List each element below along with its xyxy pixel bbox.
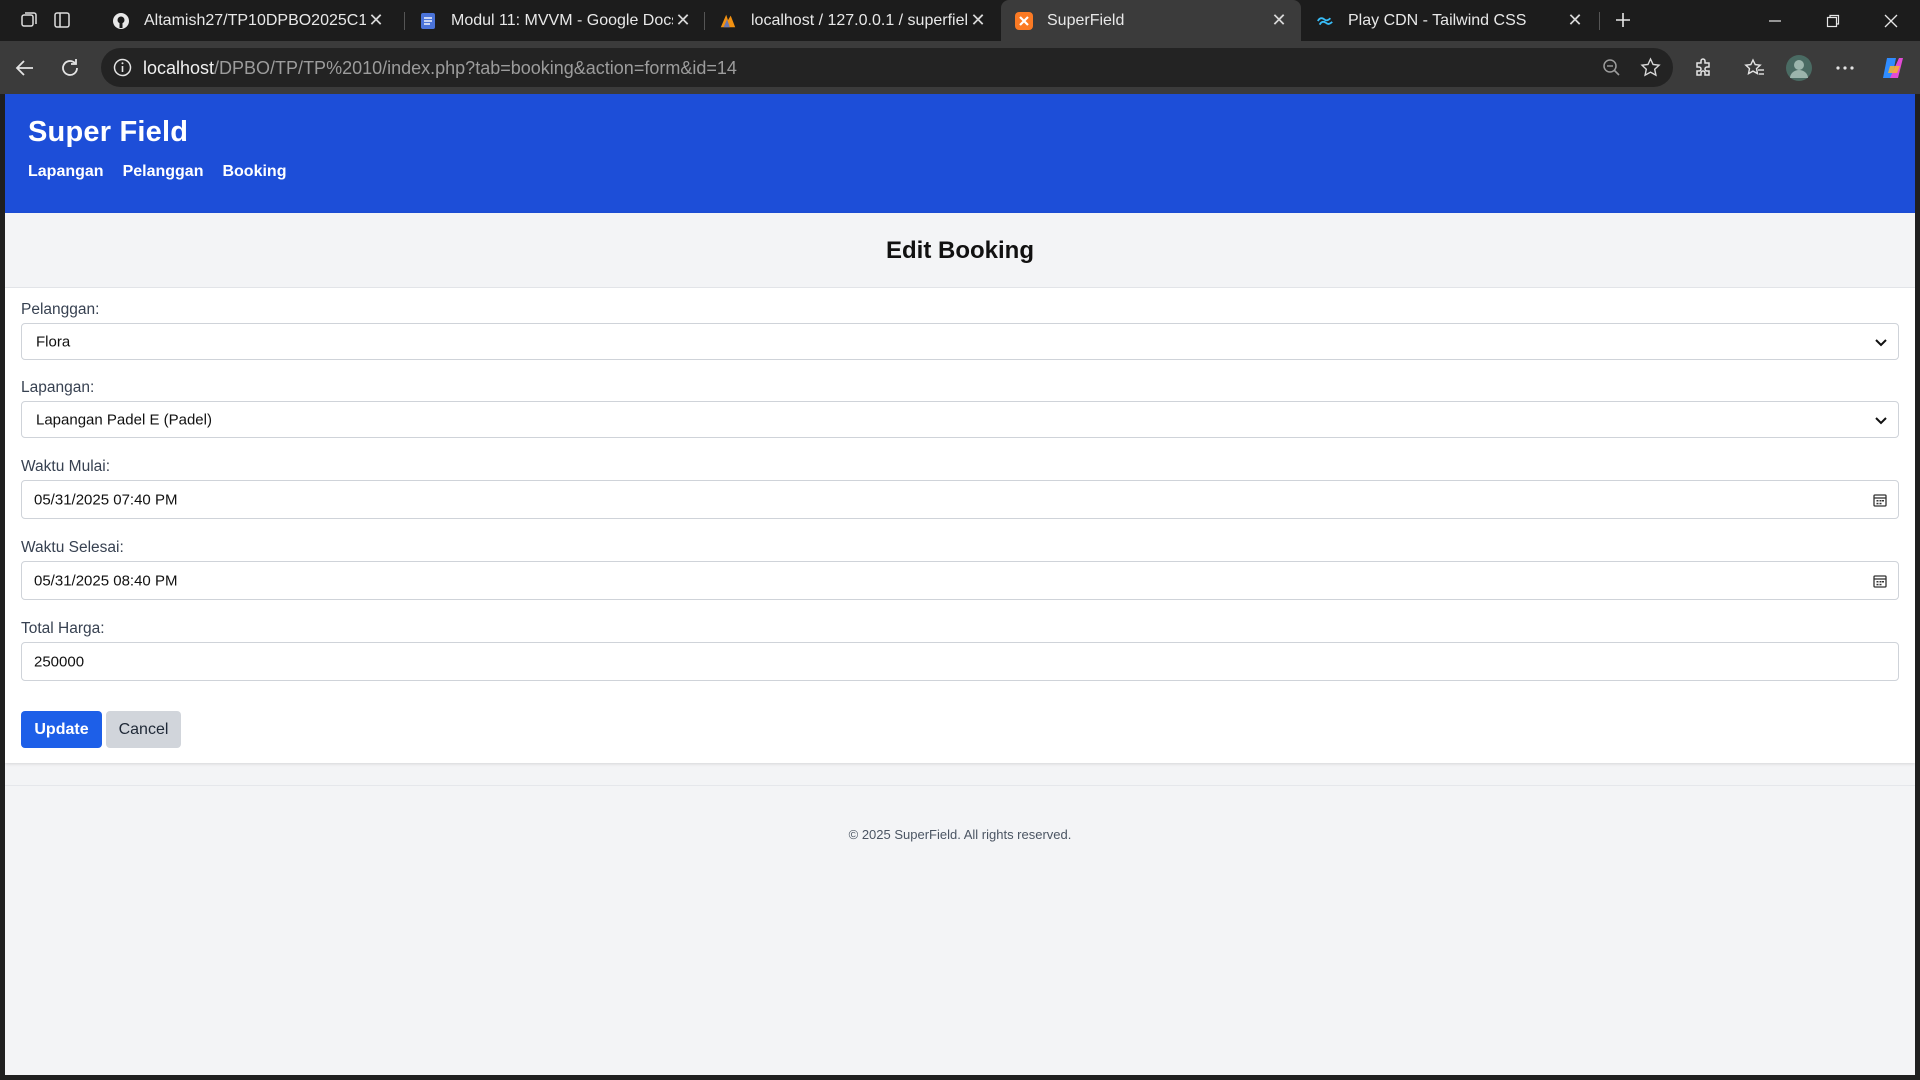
cancel-button[interactable]: Cancel — [106, 711, 181, 748]
browser-toolbar: localhost/DPBO/TP/TP%2010/index.php?tab=… — [0, 41, 1920, 94]
tailwind-icon — [1316, 12, 1334, 30]
tab-phpmyadmin[interactable]: localhost / 127.0.0.1 / superfield / ✕ — [705, 0, 1000, 41]
chevron-down-icon — [1875, 338, 1887, 346]
favorites-icon[interactable] — [1740, 53, 1770, 83]
page-title: Edit Booking — [886, 237, 1034, 264]
tab-actions-icon[interactable] — [49, 8, 75, 32]
workspaces-icon[interactable] — [16, 8, 42, 32]
close-window-icon[interactable] — [1862, 0, 1920, 41]
close-tab-icon[interactable]: ✕ — [968, 10, 988, 31]
nav-link-lapangan[interactable]: Lapangan — [28, 163, 104, 181]
calendar-icon[interactable] — [1872, 492, 1888, 508]
new-tab-icon[interactable] — [1610, 7, 1636, 33]
tab-tailwind[interactable]: Play CDN - Tailwind CSS ✕ — [1302, 0, 1597, 41]
refresh-icon[interactable] — [55, 53, 85, 83]
tab-title: Modul 11: MVVM - Google Docs — [451, 11, 673, 29]
total-harga-input[interactable]: 250000 — [21, 642, 1899, 681]
tab-title: Altamish27/TP10DPBO2025C1 — [144, 11, 366, 29]
google-docs-icon — [419, 12, 437, 30]
back-icon[interactable] — [10, 53, 40, 83]
lapangan-label: Lapangan: — [21, 379, 95, 396]
close-tab-icon[interactable]: ✕ — [1565, 10, 1585, 31]
waktu-mulai-label: Waktu Mulai: — [21, 458, 111, 475]
xampp-icon — [1015, 11, 1033, 30]
favorite-star-icon[interactable] — [1640, 57, 1661, 83]
chevron-down-icon — [1875, 416, 1887, 424]
tab-title: localhost / 127.0.0.1 / superfield / — [751, 11, 968, 29]
tab-title: SuperField — [1047, 11, 1125, 29]
footer-copyright: © 2025 SuperField. All rights reserved. — [848, 827, 1072, 842]
calendar-icon[interactable] — [1872, 573, 1888, 589]
tab-superfield[interactable]: SuperField ✕ — [1001, 0, 1301, 41]
copilot-icon[interactable] — [1878, 53, 1908, 83]
extensions-icon[interactable] — [1689, 53, 1719, 83]
lapangan-select[interactable]: Lapangan Padel E (Padel) — [21, 401, 1899, 438]
card-header: Edit Booking — [5, 213, 1915, 288]
tab-google-docs[interactable]: Modul 11: MVVM - Google Docs ✕ — [405, 0, 705, 41]
site-info-icon[interactable] — [113, 58, 132, 82]
profile-avatar-icon[interactable] — [1784, 53, 1814, 83]
tab-github[interactable]: Altamish27/TP10DPBO2025C1 ✕ — [98, 0, 398, 41]
minimize-icon[interactable] — [1746, 0, 1804, 41]
browser-tab-bar: Altamish27/TP10DPBO2025C1 ✕ Modul 11: MV… — [0, 0, 1920, 41]
close-tab-icon[interactable]: ✕ — [366, 10, 386, 31]
site-brand[interactable]: Super Field — [28, 116, 188, 149]
pelanggan-label: Pelanggan: — [21, 301, 100, 318]
close-tab-icon[interactable]: ✕ — [1269, 10, 1289, 31]
phpmyadmin-icon — [719, 12, 737, 30]
github-icon — [112, 12, 130, 30]
url-text: localhost/DPBO/TP/TP%2010/index.php?tab=… — [143, 58, 737, 78]
pelanggan-select[interactable]: Flora — [21, 323, 1899, 360]
main-nav: Lapangan Pelanggan Booking — [28, 163, 286, 181]
update-button[interactable]: Update — [21, 711, 102, 748]
booking-form-card: Edit Booking Pelanggan: Flora Lapangan: … — [5, 213, 1915, 763]
close-tab-icon[interactable]: ✕ — [673, 10, 693, 31]
total-harga-label: Total Harga: — [21, 620, 105, 637]
nav-link-booking[interactable]: Booking — [222, 163, 286, 181]
waktu-mulai-input[interactable]: 05/31/2025 07:40 PM — [21, 480, 1899, 519]
page-viewport: Super Field Lapangan Pelanggan Booking E… — [5, 94, 1915, 1075]
nav-link-pelanggan[interactable]: Pelanggan — [123, 163, 204, 181]
footer-divider — [5, 785, 1915, 786]
zoom-icon[interactable] — [1602, 58, 1621, 82]
tab-title: Play CDN - Tailwind CSS — [1348, 11, 1527, 29]
address-bar[interactable]: localhost/DPBO/TP/TP%2010/index.php?tab=… — [101, 48, 1673, 87]
waktu-selesai-input[interactable]: 05/31/2025 08:40 PM — [21, 561, 1899, 600]
waktu-selesai-label: Waktu Selesai: — [21, 539, 124, 556]
more-options-icon[interactable] — [1830, 53, 1860, 83]
restore-icon[interactable] — [1804, 0, 1862, 41]
site-header: Super Field Lapangan Pelanggan Booking — [5, 94, 1915, 213]
